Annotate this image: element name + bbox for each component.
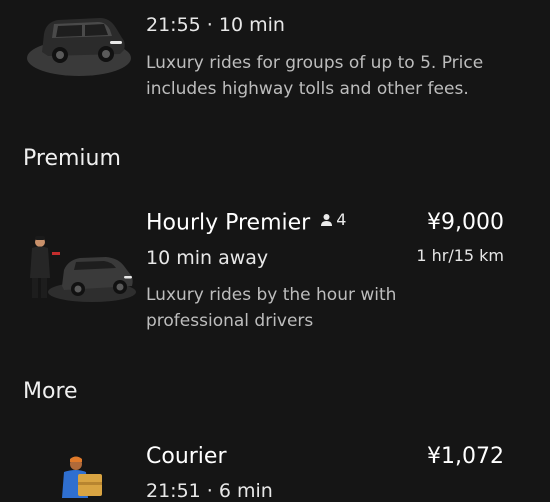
section-header-premium: Premium: [23, 146, 121, 171]
ride-duration-distance: 1 hr/15 km: [416, 246, 504, 265]
capacity-count: 4: [336, 210, 347, 229]
courier-icon: [62, 456, 102, 498]
person-icon: [321, 213, 333, 226]
cutoff-price-fragment: [428, 0, 506, 4]
ride-option-premier-van[interactable]: 21:55 · 10 min Luxury rides for groups o…: [0, 0, 550, 112]
ride-title-text: Hourly Premier: [146, 210, 311, 236]
ride-time-eta: 21:55 · 10 min: [146, 14, 285, 36]
suv-icon: [27, 18, 131, 76]
ride-price: ¥1,072: [427, 444, 504, 469]
ride-option-hourly-premier[interactable]: Hourly Premier 4 ¥9,000 10 min away 1 hr/…: [0, 196, 550, 346]
ride-eta: 10 min away: [146, 247, 269, 269]
cutoff-title-fragment: [146, 0, 306, 4]
ride-time-eta: 21:51 · 6 min: [146, 480, 273, 502]
ride-title: Hourly Premier 4: [146, 210, 346, 236]
capacity-indicator: 4: [320, 210, 346, 229]
ride-description: Luxury rides for groups of up to 5. Pric…: [146, 53, 484, 99]
ride-price: ¥9,000: [427, 210, 504, 235]
ride-option-courier[interactable]: Courier ¥1,072 21:51 · 6 min: [0, 430, 550, 502]
chauffeur-car-icon: [30, 236, 136, 302]
ride-title: Courier: [146, 444, 227, 469]
section-header-more: More: [23, 379, 78, 404]
ride-description: Luxury rides by the hour with profession…: [146, 285, 397, 331]
